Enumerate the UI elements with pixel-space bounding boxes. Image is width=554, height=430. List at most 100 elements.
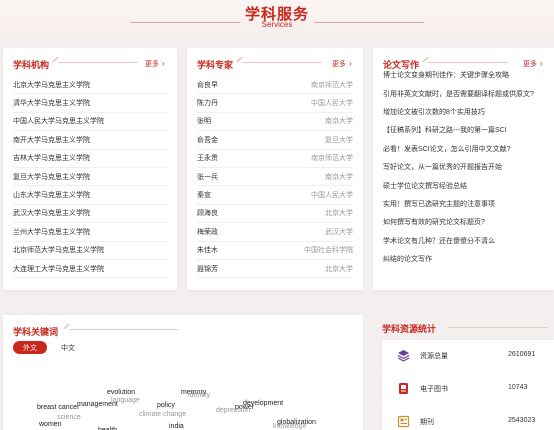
expert-org: 南京大学 [325,118,353,126]
list-item[interactable]: 引用非英文文献时，是否需要翻译标题或供原文? [383,84,544,102]
keyword-item[interactable]: depression [216,407,250,414]
resource-label: 电子图书 [420,386,448,393]
institution-name: 大连理工大学马克思主义学院 [13,265,104,273]
resource-stat-row[interactable]: 资源总量 2610691 [382,340,554,373]
institution-name: 北京师范大学马克思主义学院 [13,247,104,255]
keyword-item[interactable]: women [39,421,62,428]
expert-org: 南京大学 [325,173,353,181]
keyword-item[interactable]: identity [188,392,210,399]
list-item[interactable]: 纠结的论文写作 [383,250,544,268]
resource-stat-row[interactable]: 电子图书 10743 [382,373,554,406]
expert-name: 梅荣政 [197,228,218,236]
tab-chinese[interactable]: 中文 [51,341,85,354]
keyword-item[interactable]: evolution [107,389,135,396]
more-label: 更多 [145,61,159,68]
institution-name: 北京大学马克思主义学院 [13,81,90,89]
list-item[interactable]: 博士论文变身期刊佳作：关键步骤全攻略 [383,66,544,84]
list-item[interactable]: 武汉大学马克思主义学院 [13,205,167,224]
institutions-card: 学科机构 更多 › 北京大学马克思主义学院清华大学马克思主义学院 中国人民大学马克思… [3,48,177,290]
article-title: 写好论文，从一篇优秀的开题报告开始 [383,164,502,172]
title-underline [69,329,179,330]
list-item[interactable]: 必看！发表SCI论文，怎么引用中文文献? [383,140,544,158]
keyword-item[interactable]: breast cancer [37,404,79,411]
expert-org: 武汉大学 [325,228,353,236]
article-title: 纠结的论文写作 [383,256,432,264]
expert-org: 中国社会科学院 [304,247,353,255]
list-item[interactable]: 吉林大学马克思主义学院 [13,150,167,168]
institutions-title: 学科机构 [13,60,50,70]
expert-name: 张一兵 [197,173,218,181]
expert-name: 张明 [197,118,211,126]
institution-name: 南开大学马克思主义学院 [13,136,90,144]
expert-name: 朱佳木 [197,247,218,255]
keyword-item[interactable]: policy [157,402,175,409]
list-item[interactable]: 兰州大学马克思主义学院 [13,223,167,242]
list-item[interactable]: 王永贵 南京师范大学 [197,150,353,168]
list-item[interactable]: 俞吾金 复旦大学 [197,131,353,150]
list-item[interactable]: 写好论文，从一篇优秀的开题报告开始 [383,158,544,176]
article-title: 实用！撰写已选研究主题的注意事项 [383,200,495,208]
title-underline [428,62,508,63]
list-item[interactable]: 聂锦芳 北京大学 [197,260,353,279]
article-title: 增加论文被引次数的8个实用技巧 [383,108,485,116]
article-title: 如何撰写有效的研究论文标题页? [383,219,485,227]
institution-name: 兰州大学马克思主义学院 [13,228,90,236]
more-label: 更多 [332,61,346,68]
expert-org: 中国人民大学 [311,100,353,108]
list-item[interactable]: 【征稿系列】科研之路---我的第一篇SCI [383,121,544,139]
article-title: 学术论文有几种？还在傻傻分不清么 [383,237,495,245]
expert-name: 王永贵 [197,155,218,163]
expert-name: 顾海良 [197,210,218,218]
keyword-item[interactable]: science [57,414,81,421]
list-item[interactable]: 如何撰写有效的研究论文标题页? [383,213,544,231]
keyword-item[interactable]: management [77,401,118,408]
list-item[interactable]: 增加论文被引次数的8个实用技巧 [383,103,544,121]
list-item[interactable]: 复旦大学马克思主义学院 [13,168,167,187]
article-title: 硕士学位论文撰写经验总结 [383,182,467,190]
list-item[interactable]: 清华大学马克思主义学院 [13,94,167,113]
article-title: 【征稿系列】科研之路---我的第一篇SCI [383,127,507,135]
services-header: 学科服务 Services [0,0,554,40]
institutions-more-link[interactable]: 更多 › [145,59,165,69]
list-item[interactable]: 南开大学马克思主义学院 [13,131,167,150]
list-item[interactable]: 学术论文有几种？还在傻傻分不清么 [383,232,544,250]
writing-card: 论文写作 更多 › 博士论文变身期刊佳作：关键步骤全攻略 引用非英文文献时，是否需要… [373,48,554,290]
expert-org: 中国人民大学 [311,192,353,200]
chevron-right-icon: › [349,59,352,68]
list-item[interactable]: 俞良早 南京师范大学 [197,76,353,95]
list-item[interactable]: 张明 南京大学 [197,113,353,132]
list-item[interactable]: 实用！撰写已选研究主题的注意事项 [383,195,544,213]
list-item[interactable]: 北京大学马克思主义学院 [13,76,167,95]
expert-org: 南京师范大学 [311,155,353,163]
keyword-item[interactable]: climate change [139,411,186,418]
institution-name: 武汉大学马克思主义学院 [13,210,90,218]
resource-label: 资源总量 [420,353,448,360]
list-item[interactable]: 梅荣政 武汉大学 [197,223,353,242]
experts-more-link[interactable]: 更多 › [332,59,352,69]
expert-org: 南京师范大学 [311,81,353,89]
tab-foreign[interactable]: 外文 [13,341,47,354]
list-item[interactable]: 朱佳木 中国社会科学院 [197,242,353,260]
list-item[interactable]: 中国人民大学马克思主义学院 [13,113,167,132]
list-item[interactable]: 张一兵 南京大学 [197,168,353,187]
resource-stat-row[interactable]: 期刊 2543023 [382,406,554,430]
list-item[interactable]: 顾海良 北京大学 [197,205,353,224]
list-item[interactable]: 大连理工大学马克思主义学院 [13,260,167,279]
expert-org: 北京大学 [325,265,353,273]
list-item[interactable]: 北京师范大学马克思主义学院 [13,242,167,260]
title-underline [58,62,138,63]
article-title: 引用非英文文献时，是否需要翻译标题或供原文? [383,90,534,98]
list-item[interactable]: 秦宣 中国人民大学 [197,186,353,205]
institution-name: 复旦大学马克思主义学院 [13,173,90,181]
keyword-item[interactable]: india [169,423,184,430]
list-item[interactable]: 陈力丹 中国人民大学 [197,94,353,113]
keywords-card: 学科关键词 外文 中文 evolution language management m… [3,315,363,430]
institution-name: 山东大学马克思主义学院 [13,192,90,200]
expert-name: 陈力丹 [197,100,218,108]
experts-card: 学科专家 更多 › 俞良早 南京师范大学 陈力丹 中国人民大学 张明 南京大学 俞吾金 复旦大学… [187,48,363,290]
list-item[interactable]: 硕士学位论文撰写经验总结 [383,176,544,194]
resource-value: 10743 [508,384,528,391]
article-title: 必看！发表SCI论文，怎么引用中文文献? [383,145,511,153]
keyword-item[interactable]: knowledge [273,423,306,430]
list-item[interactable]: 山东大学马克思主义学院 [13,186,167,205]
